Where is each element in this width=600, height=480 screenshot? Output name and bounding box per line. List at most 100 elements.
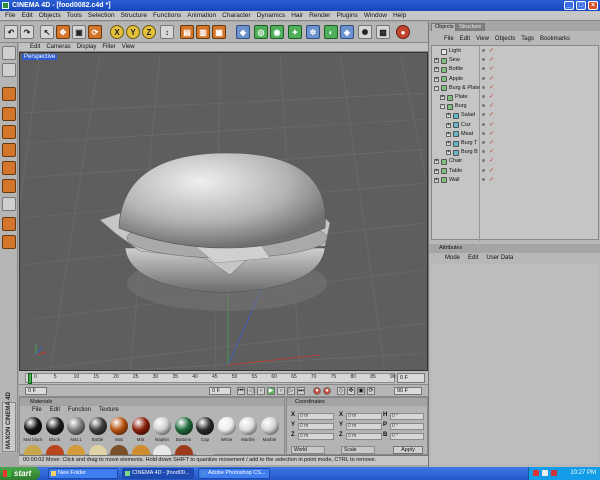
y-axis-lock-icon[interactable]: Y (126, 25, 140, 39)
enabled-check-icon[interactable]: ✓ (489, 148, 494, 157)
undo-icon[interactable]: ↶ (4, 25, 18, 39)
live-selection-icon[interactable]: ↖ (40, 25, 54, 39)
expand-icon[interactable]: + (446, 122, 451, 128)
goto-end-icon[interactable]: ⏭ (297, 387, 305, 395)
taskbar-item-cinema4d[interactable]: CINEMA 4D - [food00... (122, 468, 194, 479)
tray-app-icon[interactable] (551, 470, 557, 476)
burger-model[interactable] (99, 152, 331, 311)
object-tree-row[interactable]: + Burg B ✓ (432, 148, 598, 157)
timeline-ruler[interactable]: 0 5 10 15 20 25 30 35 40 45 50 55 60 65 70 75 80 85 90 (25, 373, 396, 384)
taskbar-item-photoshop[interactable]: Adobe Photoshop CS... (198, 468, 270, 479)
visibility-dot-icon[interactable] (482, 67, 485, 71)
menu-objects[interactable]: Objects (36, 12, 64, 19)
material-swatch[interactable] (110, 445, 128, 455)
tweak-mode-icon[interactable] (2, 217, 16, 231)
material-swatch[interactable] (131, 445, 150, 455)
objects-menu-edit[interactable]: Edit (457, 36, 473, 42)
attributes-menu-user-data[interactable]: User Data (482, 255, 517, 261)
material-swatch[interactable] (88, 445, 107, 455)
material-swatch[interactable] (239, 417, 257, 435)
objects-menu-tags[interactable]: Tags (518, 36, 537, 42)
expand-icon[interactable]: + (446, 131, 451, 137)
auto-key-icon[interactable]: ● (323, 387, 331, 395)
enabled-check-icon[interactable]: ✓ (489, 65, 494, 74)
taskbar-item-new-folder[interactable]: New Folder (48, 468, 118, 479)
menu-hair[interactable]: Hair (288, 12, 306, 19)
redo-icon[interactable]: ↷ (20, 25, 34, 39)
enabled-check-icon[interactable]: ✓ (489, 139, 494, 148)
enabled-check-icon[interactable]: ✓ (489, 167, 494, 176)
visibility-dot-icon[interactable] (482, 168, 485, 172)
object-tree-row[interactable]: + Wall ✓ (432, 176, 598, 185)
menu-character[interactable]: Character (219, 12, 254, 19)
menu-selection[interactable]: Selection (85, 12, 118, 19)
deformer-icon[interactable]: ✦ (288, 25, 302, 39)
prev-frame-icon[interactable]: ‹ (257, 387, 265, 395)
visibility-dot-icon[interactable] (482, 131, 485, 135)
enabled-check-icon[interactable]: ✓ (489, 84, 494, 93)
rotation-key-icon[interactable]: ⟳ (367, 387, 375, 395)
coordinate-mode-dropdown[interactable]: World (291, 446, 325, 454)
menu-dynamics[interactable]: Dynamics (254, 12, 289, 19)
object-tree-row[interactable]: - Burg & Plate ✓ (432, 84, 598, 93)
animation-mode-icon[interactable] (2, 179, 16, 193)
viewport-menu-cameras[interactable]: Cameras (43, 44, 73, 50)
visibility-dot-icon[interactable] (482, 177, 485, 181)
scale-tool-icon[interactable]: ▣ (72, 25, 86, 39)
object-tree-row[interactable]: + Burg T ✓ (432, 139, 598, 148)
snap-icon[interactable] (2, 235, 16, 249)
render-region-icon[interactable]: ▥ (196, 25, 210, 39)
perspective-viewport[interactable]: Perspective (19, 52, 428, 371)
timeline-end-field[interactable]: 0 F (397, 373, 425, 383)
object-tree-row[interactable]: + Plate ✓ (432, 93, 598, 102)
collapse-icon[interactable]: - (434, 85, 439, 91)
coord-value-field[interactable]: 0 m (346, 433, 382, 440)
scene-object-icon[interactable]: ◐ (324, 25, 338, 39)
prev-key-icon[interactable]: ◁ (247, 387, 255, 395)
object-tree-row[interactable]: + Sew ✓ (432, 56, 598, 65)
enabled-check-icon[interactable]: ✓ (489, 47, 494, 56)
end-frame-field[interactable]: 90 F (394, 387, 422, 395)
objects-menu-file[interactable]: File (441, 36, 457, 42)
attributes-menu-mode[interactable]: Mode (441, 255, 464, 261)
coord-value-field[interactable]: 0 ° (390, 423, 424, 430)
visibility-dot-icon[interactable] (482, 141, 485, 144)
expand-icon[interactable]: + (434, 58, 439, 64)
viewport-menu-edit[interactable]: Edit (27, 44, 43, 50)
scale-mode-dropdown[interactable]: Scale (341, 446, 375, 454)
visibility-dot-icon[interactable] (482, 122, 485, 126)
tab-structure[interactable]: Structure (455, 23, 486, 31)
expand-icon[interactable]: + (434, 168, 439, 174)
tray-volume-icon[interactable] (542, 470, 548, 476)
visibility-dot-icon[interactable] (482, 104, 485, 108)
use-texture-tool-icon[interactable] (2, 87, 16, 101)
record-key-icon[interactable]: ● (313, 387, 321, 395)
move-tool-icon[interactable]: ✥ (56, 25, 70, 39)
maximize-button[interactable]: □ (576, 1, 586, 10)
object-tree-row[interactable]: + Table ✓ (432, 167, 598, 176)
menu-structure[interactable]: Structure (118, 12, 150, 19)
viewport-menu-view[interactable]: View (119, 44, 138, 50)
x-axis-lock-icon[interactable]: X (110, 25, 124, 39)
coord-value-field[interactable]: 0 m (346, 423, 382, 430)
use-object-tool-icon[interactable] (2, 63, 16, 77)
object-tree-row[interactable]: + Apple ✓ (432, 75, 598, 84)
next-key-icon[interactable]: ▷ (287, 387, 295, 395)
light-icon[interactable]: ✺ (358, 25, 372, 39)
camera-icon[interactable]: ◈ (340, 25, 354, 39)
objects-menu-bookmarks[interactable]: Bookmarks (537, 36, 573, 42)
close-button[interactable]: × (588, 1, 598, 10)
enabled-check-icon[interactable]: ✓ (489, 130, 494, 139)
materials-menu-file[interactable]: File (28, 407, 46, 415)
enabled-check-icon[interactable]: ✓ (489, 75, 494, 84)
expand-icon[interactable]: + (434, 67, 439, 73)
render-view-icon[interactable]: ▤ (180, 25, 194, 39)
coord-value-field[interactable]: 0 ° (390, 413, 424, 420)
subdivision-icon[interactable]: ◉ (270, 25, 284, 39)
coord-value-field[interactable]: 0 m (298, 423, 334, 430)
tab-objects[interactable]: Objects (431, 23, 458, 31)
menu-animation[interactable]: Animation (184, 12, 219, 19)
z-axis-lock-icon[interactable]: Z (142, 25, 156, 39)
visibility-dot-icon[interactable] (482, 76, 485, 80)
material-swatch[interactable] (24, 445, 42, 455)
